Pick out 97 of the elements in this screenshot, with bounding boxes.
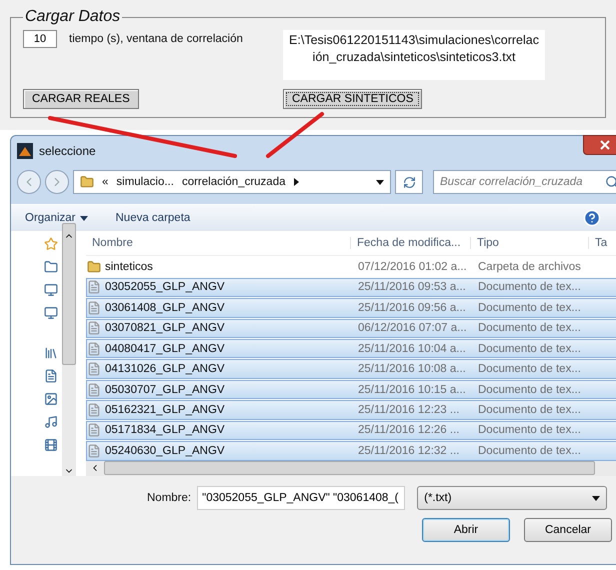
file-name: 03070821_GLP_ANGV: [87, 321, 352, 336]
file-name: 05162321_GLP_ANGV: [87, 402, 352, 417]
nav-icon[interactable]: [44, 283, 58, 297]
search-icon: [605, 175, 616, 189]
folder-icon: [80, 175, 94, 189]
file-row[interactable]: sinteticos 07/12/2016 01:02 a... Carpeta de archivos: [86, 257, 616, 277]
file-name: 05240630_GLP_ANGV: [87, 444, 352, 458]
file-name: 04131026_GLP_ANGV: [87, 362, 352, 376]
file-row[interactable]: 05240630_GLP_ANGV 25/11/2016 12:32 ... Documento de tex...: [86, 441, 616, 461]
file-type-dropdown[interactable]: (*.txt): [417, 486, 608, 510]
document-icon: [87, 342, 101, 356]
file-row[interactable]: 04080417_GLP_ANGV 25/11/2016 10:04 a... Documento de tex...: [86, 338, 616, 358]
date-cell-text: 07/12/2016 01:02 a...: [357, 260, 468, 273]
load-synthetic-button[interactable]: CARGAR SINTETICOS: [283, 89, 422, 109]
organize-button[interactable]: Organizar: [25, 212, 88, 224]
file-name: 04080417_GLP_ANGV: [87, 342, 352, 356]
address-bar[interactable]: « simulacio... correlación_cruzada: [73, 170, 391, 194]
type-cell-text: Documento de tex...: [477, 424, 582, 436]
document-icon: [87, 280, 101, 294]
file-row[interactable]: 03052055_GLP_ANGV 25/11/2016 09:53 a... Documento de tex...: [86, 278, 616, 298]
document-icon: [87, 382, 101, 397]
nav-icon[interactable]: [44, 306, 58, 320]
breadcrumb-item[interactable]: «: [102, 176, 108, 188]
app-icon: [17, 143, 33, 159]
document-icon: [87, 402, 101, 417]
scrollbar-thumb[interactable]: [62, 222, 76, 364]
nav-icon[interactable]: [44, 260, 58, 274]
date-cell-text: 25/11/2016 09:56 a...: [357, 302, 467, 314]
file-row[interactable]: 05030707_GLP_ANGV 25/11/2016 10:15 a... Documento de tex...: [86, 380, 616, 400]
search-field[interactable]: Buscar correlación_cruzada: [433, 170, 616, 194]
file-name: 03052055_GLP_ANGV: [87, 280, 352, 294]
document-icon: [87, 444, 101, 458]
nav-icon[interactable]: [44, 415, 58, 429]
file-name: sinteticos: [87, 260, 352, 274]
file-row[interactable]: 05162321_GLP_ANGV 25/11/2016 12:23 ... Documento de tex...: [86, 400, 616, 420]
file-row[interactable]: 04131026_GLP_ANGV 25/11/2016 10:08 a... Documento de tex...: [86, 359, 616, 379]
folder-icon: [87, 260, 101, 274]
nav-icon[interactable]: [44, 392, 58, 406]
open-button[interactable]: Abrir: [422, 518, 510, 542]
caret-icon: [294, 178, 298, 186]
column-header[interactable]: Nombre: [86, 237, 351, 250]
type-cell-text: Documento de tex...: [477, 281, 582, 294]
date-cell-text: 25/11/2016 12:26 ...: [357, 424, 460, 436]
breadcrumb-item[interactable]: simulacio...: [116, 176, 174, 188]
filename-label: Nombre:: [147, 492, 192, 504]
nav-icon[interactable]: [44, 438, 58, 452]
date-cell-text: 25/11/2016 09:53 a...: [357, 281, 467, 294]
path-text: E:\Tesis061220151143\simulaciones\correlación_cruzada\sinteticos\sinteticos3.txt: [283, 30, 545, 80]
filename-text: "03052055_GLP_ANGV" "03061408_(: [202, 492, 399, 504]
nav-icon[interactable]: [44, 346, 58, 360]
type-cell-text: Documento de tex...: [477, 444, 582, 457]
dropdown-icon: [592, 496, 600, 500]
close-icon: [600, 140, 610, 150]
nav-icon[interactable]: [44, 369, 58, 383]
type-cell-text: Documento de tex...: [477, 302, 582, 314]
scrollbar-thumb[interactable]: [104, 461, 595, 476]
caret-icon: [80, 216, 88, 220]
group-title: Cargar Datos: [24, 8, 122, 26]
file-row[interactable]: 03061408_GLP_ANGV 25/11/2016 09:56 a... Documento de tex...: [86, 298, 616, 318]
type-cell-text: Documento de tex...: [477, 342, 582, 355]
type-cell-text: Documento de tex...: [477, 404, 582, 416]
window-label: tiempo (s), ventana de correlación: [69, 33, 243, 45]
new-folder-button[interactable]: Nueva carpeta: [116, 212, 190, 224]
type-cell-text: Documento de tex...: [477, 363, 582, 376]
dropdown-icon: [376, 180, 384, 184]
window-field[interactable]: 10: [23, 30, 57, 48]
window-title: seleccione: [39, 144, 96, 158]
breadcrumb-item[interactable]: correlación_cruzada: [182, 176, 286, 188]
refresh-button[interactable]: [395, 170, 423, 194]
column-header[interactable]: Ta: [589, 237, 616, 250]
date-cell-text: 25/11/2016 10:08 a...: [357, 363, 467, 376]
cancel-button[interactable]: Cancelar: [524, 518, 612, 542]
annotation-line: [266, 112, 324, 158]
date-cell-text: 25/11/2016 12:23 ...: [357, 404, 460, 416]
type-cell-text: Documento de tex...: [477, 322, 582, 334]
date-cell-text: 06/12/2016 07:07 a...: [357, 322, 468, 334]
help-icon[interactable]: [583, 209, 601, 227]
type-cell-text: Carpeta de archivos: [477, 260, 582, 273]
column-header[interactable]: Fecha de modifica...: [351, 237, 471, 250]
file-name: 05171834_GLP_ANGV: [87, 423, 352, 438]
file-name: 05030707_GLP_ANGV: [87, 382, 352, 397]
document-icon: [87, 423, 101, 438]
column-header[interactable]: Tipo: [471, 237, 589, 250]
close-button[interactable]: [583, 135, 616, 155]
filename-field[interactable]: "03052055_GLP_ANGV" "03061408_(: [197, 486, 406, 510]
date-cell-text: 25/11/2016 10:04 a...: [357, 342, 467, 355]
document-icon: [87, 321, 101, 336]
type-cell-text: Documento de tex...: [477, 384, 582, 396]
document-icon: [87, 362, 101, 376]
load-real-button[interactable]: CARGAR REALES: [23, 89, 139, 109]
file-name: 03061408_GLP_ANGV: [87, 300, 352, 315]
file-row[interactable]: 05171834_GLP_ANGV 25/11/2016 12:26 ... Documento de tex...: [86, 420, 616, 440]
document-icon: [87, 300, 101, 315]
date-cell-text: 25/11/2016 10:15 a...: [357, 384, 467, 396]
date-cell-text: 25/11/2016 12:32 ...: [357, 444, 460, 457]
file-row[interactable]: 03070821_GLP_ANGV 06/12/2016 07:07 a... Documento de tex...: [86, 318, 616, 338]
refresh-icon: [402, 176, 416, 188]
